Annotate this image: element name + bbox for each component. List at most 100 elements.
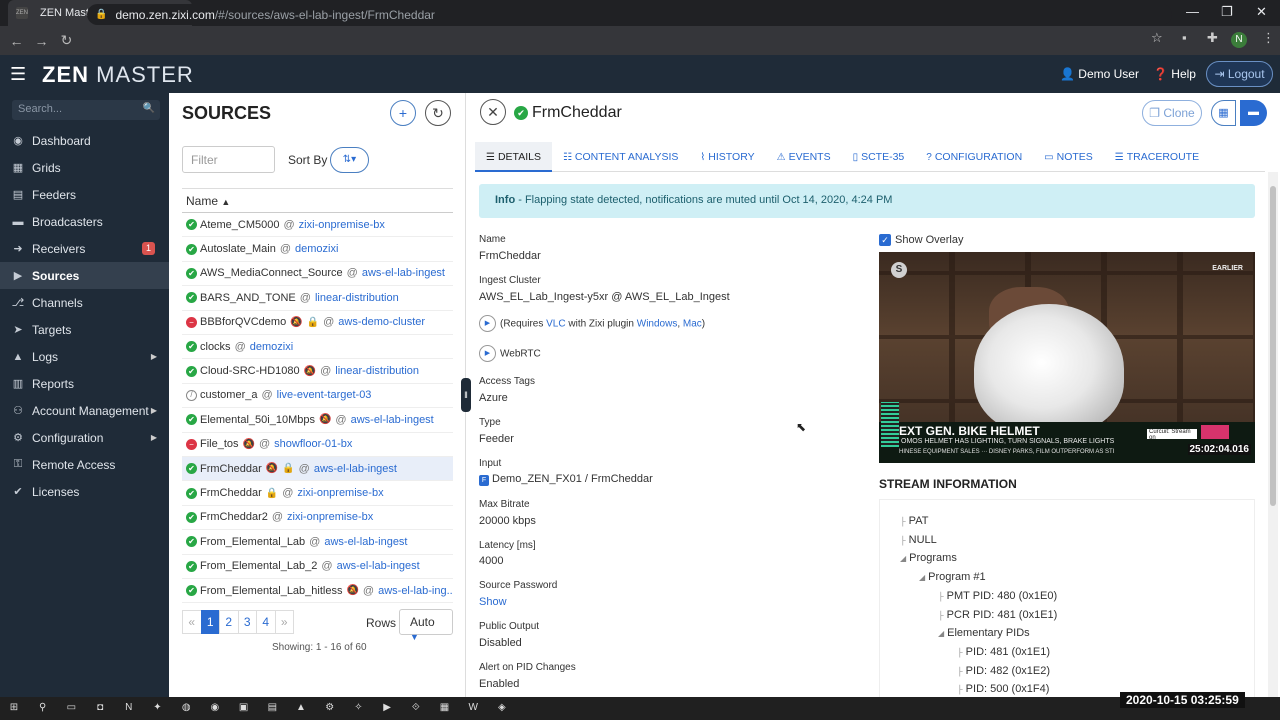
source-row[interactable]: ✔ BARS_AND_TONE @ linear-distribution [182, 286, 453, 311]
source-cluster-link[interactable]: aws-el-lab-ingest [324, 536, 407, 548]
pagination-page[interactable]: 4 [256, 610, 276, 634]
source-cluster-link[interactable]: demozixi [295, 243, 338, 255]
search-icon[interactable]: ⚲ [36, 701, 50, 715]
bookmark-star-icon[interactable]: ☆ [1151, 30, 1163, 46]
tab-content-analysis[interactable]: ☷ CONTENT ANALYSIS [552, 142, 689, 172]
windows-start-icon[interactable]: ⊞ [7, 701, 21, 715]
powerpoint-icon[interactable]: ▶ [380, 701, 394, 715]
back-icon[interactable]: ← [4, 33, 29, 49]
source-row[interactable]: ✔ FrmCheddar 🔒 @ zixi-onpremise-bx [182, 481, 453, 506]
sidebar-item-reports[interactable]: ▥ Reports [0, 370, 169, 397]
folder-view-button[interactable]: ▬ [1240, 100, 1267, 126]
vlc-icon[interactable]: ▲ [294, 701, 308, 715]
scrollbar-thumb[interactable] [1270, 186, 1276, 506]
pagination-page[interactable]: 1 [200, 610, 220, 634]
sidebar-item-sources[interactable]: ▶ Sources [0, 262, 169, 289]
source-row[interactable]: ✔ Cloud-SRC-HD1080 🔕 @ linear-distribution [182, 359, 453, 384]
sidebar-item-channels[interactable]: ⎇ Channels [0, 289, 169, 316]
stream-tree-node[interactable]: ◢ Programs [900, 552, 957, 564]
sidebar-item-feeders[interactable]: ▤ Feeders [0, 181, 169, 208]
source-row[interactable]: ✔ From_Elemental_Lab_hitless 🔕 @ aws-el-lab-… [182, 579, 453, 604]
source-row[interactable]: ✔ FrmCheddar 🔕 🔒 @ aws-el-lab-ingest [182, 457, 453, 482]
settings-icon[interactable]: ⚙ [323, 701, 337, 715]
pagination-page[interactable]: 3 [237, 610, 257, 634]
show-password-link[interactable]: Show [479, 596, 507, 608]
vlc-link[interactable]: VLC [546, 318, 565, 329]
rows-select[interactable]: Auto ▼ [399, 609, 453, 642]
url-field[interactable]: 🔒 demo.zen.zixi.com/#/sources/aws-el-lab… [87, 4, 1172, 25]
source-cluster-link[interactable]: aws-demo-cluster [338, 316, 425, 328]
tab-events[interactable]: ⚠ EVENTS [766, 142, 842, 172]
tab-details[interactable]: ☰ DETAILS [475, 142, 552, 172]
source-cluster-link[interactable]: aws-el-lab-ing... [378, 585, 453, 597]
source-row[interactable]: ✔ Autoslate_Main @ demozixi [182, 237, 453, 262]
app2-icon[interactable]: ◈ [495, 701, 509, 715]
source-cluster-link[interactable]: linear-distribution [335, 365, 419, 377]
hamburger-menu-icon[interactable]: ☰ [10, 64, 26, 85]
help-link[interactable]: ❓ Help [1153, 67, 1196, 81]
reload-icon[interactable]: ↻ [54, 32, 79, 49]
maximize-icon[interactable]: ❐ [1221, 4, 1233, 20]
excel-icon[interactable]: ▦ [438, 701, 452, 715]
sidebar-item-targets[interactable]: ➤ Targets [0, 316, 169, 343]
tree-collapse-icon[interactable]: ◢ [919, 573, 925, 582]
name-column-header[interactable]: Name ▲ [182, 188, 453, 213]
close-detail-button[interactable]: ✕ [480, 99, 506, 125]
video-preview[interactable]: S EARLIER EXT GEN. BIKE HELMET OMOS HELM… [879, 252, 1255, 463]
source-cluster-link[interactable]: aws-el-lab-ingest [362, 267, 445, 279]
app-icon[interactable]: ✧ [351, 701, 365, 715]
tab-scte-35[interactable]: ▯ SCTE-35 [842, 142, 916, 172]
vscode-icon[interactable]: ⟐ [409, 701, 423, 715]
tree-collapse-icon[interactable]: ◢ [938, 629, 944, 638]
source-row[interactable]: ✔ From_Elemental_Lab @ aws-el-lab-ingest [182, 530, 453, 555]
sidebar-item-account-management[interactable]: ⚇ Account Management ▶ [0, 397, 169, 424]
zoom-icon[interactable]: ▣ [237, 701, 251, 715]
show-overlay-checkbox[interactable]: ✓ Show Overlay [879, 234, 963, 246]
chrome-icon[interactable]: ◉ [208, 701, 222, 715]
stream-tree-node[interactable]: ◢ Program #1 [919, 571, 986, 583]
browser-menu-icon[interactable]: ⋮ [1262, 30, 1275, 46]
source-cluster-link[interactable]: aws-el-lab-ingest [337, 560, 420, 572]
sidebar-search-input[interactable]: Search... 🔍 [12, 100, 160, 120]
mac-link[interactable]: Mac [683, 318, 702, 329]
sidebar-item-licenses[interactable]: ✔ Licenses [0, 478, 169, 505]
puzzle-extensions-icon[interactable]: ✚ [1207, 30, 1218, 46]
panel-resize-handle[interactable]: ‖ [461, 378, 471, 412]
extension-icon[interactable]: ▪ [1182, 30, 1187, 45]
onenote-icon[interactable]: N [122, 701, 136, 715]
source-cluster-link[interactable]: zixi-onpremise-bx [297, 487, 383, 499]
pagination-prev[interactable]: « [182, 610, 202, 634]
play-vlc-icon[interactable]: ▶ [479, 315, 496, 332]
source-row[interactable]: ✔ Elemental_50i_10Mbps 🔕 @ aws-el-lab-ingest [182, 408, 453, 433]
source-row[interactable]: ✔ Ateme_CM5000 @ zixi-onpremise-bx [182, 213, 453, 238]
add-source-button[interactable]: + [390, 100, 416, 126]
source-cluster-link[interactable]: aws-el-lab-ingest [314, 463, 397, 475]
source-cluster-link[interactable]: demozixi [250, 341, 293, 353]
file-explorer-icon[interactable]: ▤ [265, 701, 279, 715]
task-view-icon[interactable]: ▭ [64, 701, 78, 715]
filter-input[interactable]: Filter [182, 146, 275, 173]
sidebar-item-configuration[interactable]: ⚙ Configuration ▶ [0, 424, 169, 451]
grid-view-button[interactable]: ▦ [1211, 100, 1236, 126]
source-row[interactable]: ✔ From_Elemental_Lab_2 @ aws-el-lab-ingest [182, 555, 453, 579]
sidebar-item-grids[interactable]: ▦ Grids [0, 154, 169, 181]
tab-notes[interactable]: ▭ NOTES [1033, 142, 1104, 172]
slack-icon[interactable]: ✦ [151, 701, 165, 715]
user-menu[interactable]: 👤 Demo User [1060, 67, 1139, 81]
minimize-icon[interactable]: — [1186, 4, 1199, 19]
source-row[interactable]: − BBBforQVCdemo 🔕 🔒 @ aws-demo-cluster [182, 311, 453, 335]
source-cluster-link[interactable]: zixi-onpremise-bx [287, 511, 373, 523]
search-icon[interactable]: 🔍 [143, 103, 155, 114]
source-row[interactable]: − File_tos 🔕 @ showfloor-01-bx [182, 433, 453, 457]
sidebar-item-receivers[interactable]: ➜ Receivers 1 [0, 235, 169, 262]
windows-link[interactable]: Windows [637, 318, 678, 329]
source-cluster-link[interactable]: aws-el-lab-ingest [351, 414, 434, 426]
source-row[interactable]: ✔ clocks @ demozixi [182, 335, 453, 360]
tree-collapse-icon[interactable]: ◢ [900, 554, 906, 563]
source-cluster-link[interactable]: zixi-onpremise-bx [299, 219, 385, 231]
pagination-next[interactable]: » [274, 610, 294, 634]
outlook-icon[interactable]: ◘ [93, 701, 107, 715]
sidebar-item-broadcasters[interactable]: ▬ Broadcasters [0, 208, 169, 235]
tab-configuration[interactable]: ? CONFIGURATION [915, 142, 1033, 172]
clone-button[interactable]: ❐ Clone [1142, 100, 1202, 126]
